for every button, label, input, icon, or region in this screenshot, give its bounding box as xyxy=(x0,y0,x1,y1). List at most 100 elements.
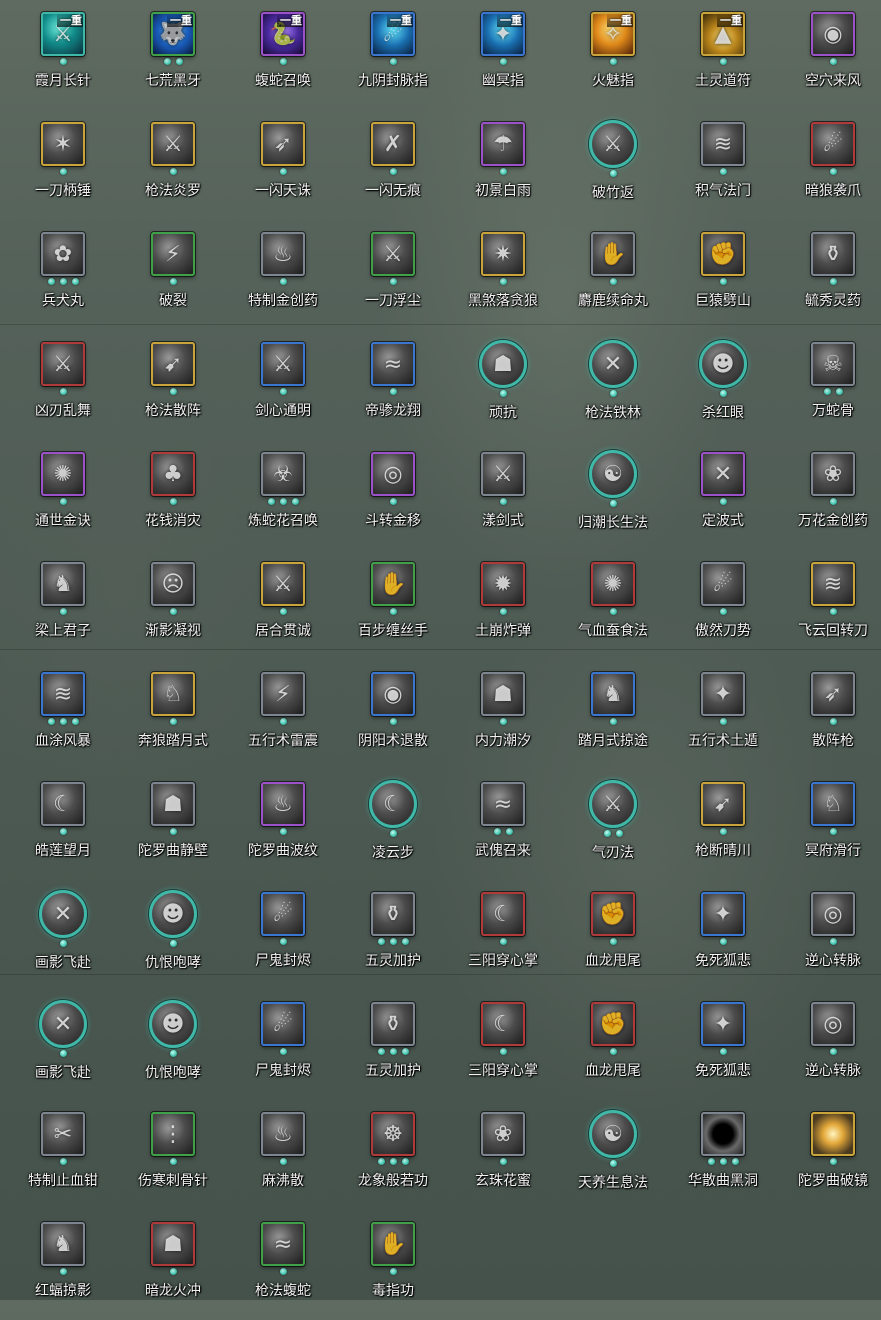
skill-icon[interactable]: ♘ xyxy=(811,782,855,826)
skill-slot[interactable]: 陀罗曲破镜 xyxy=(778,1100,881,1210)
skill-slot[interactable]: ☻ 仇恨咆哮 xyxy=(118,990,228,1100)
skill-icon[interactable]: ➹ xyxy=(701,782,745,826)
skill-icon[interactable]: ⚔ xyxy=(261,342,305,386)
skill-slot[interactable]: ♣ 花钱消灾 xyxy=(118,440,228,550)
skill-icon[interactable]: ✦ xyxy=(701,892,745,936)
skill-icon[interactable]: ✕ xyxy=(39,890,87,938)
skill-icon[interactable]: ≈ xyxy=(481,782,525,826)
skill-slot[interactable]: ⚱ 五灵加护 xyxy=(338,880,448,990)
skill-slot[interactable]: ⚔ 凶刃乱舞 xyxy=(8,330,118,440)
skill-icon[interactable]: ≋ xyxy=(811,562,855,606)
skill-slot[interactable]: ☾ 凌云步 xyxy=(338,770,448,880)
skill-icon[interactable]: ⚔ 一重 xyxy=(41,12,85,56)
skill-icon[interactable]: ◎ xyxy=(371,452,415,496)
skill-slot[interactable]: ☻ 仇恨咆哮 xyxy=(118,880,228,990)
skill-icon[interactable]: ❀ xyxy=(811,452,855,496)
skill-slot[interactable]: ☾ 皓莲望月 xyxy=(8,770,118,880)
skill-slot[interactable]: ✿ 兵犬丸 xyxy=(8,220,118,330)
skill-slot[interactable]: ☠ 万蛇骨 xyxy=(778,330,881,440)
skill-slot[interactable]: ✕ 画影飞赴 xyxy=(8,880,118,990)
skill-icon[interactable]: ≋ xyxy=(701,122,745,166)
skill-icon[interactable]: ◎ xyxy=(811,892,855,936)
skill-slot[interactable]: ✊ 血龙甩尾 xyxy=(558,880,668,990)
skill-slot[interactable]: ⚔ 一重 霞月长针 xyxy=(8,0,118,110)
skill-slot[interactable]: ◎ 逆心转脉 xyxy=(778,880,881,990)
skill-slot[interactable]: ≈ 武傀召来 xyxy=(448,770,558,880)
skill-icon[interactable]: ⋮ xyxy=(151,1112,195,1156)
skill-slot[interactable]: ☄ 一重 九阴封脉指 xyxy=(338,0,448,110)
skill-slot[interactable]: ✦ 一重 幽冥指 xyxy=(448,0,558,110)
skill-icon[interactable]: ♨ xyxy=(261,1112,305,1156)
skill-icon[interactable]: ✋ xyxy=(371,562,415,606)
skill-icon[interactable]: ⚱ xyxy=(371,1002,415,1046)
skill-slot[interactable]: ✗ 一闪无痕 xyxy=(338,110,448,220)
skill-slot[interactable]: ☾ 三阳穿心掌 xyxy=(448,990,558,1100)
skill-slot[interactable]: ≋ 血涂风暴 xyxy=(8,660,118,770)
skill-slot[interactable]: ⚡ 破裂 xyxy=(118,220,228,330)
skill-icon[interactable]: ☯ xyxy=(589,450,637,498)
skill-icon[interactable]: ✦ xyxy=(701,1002,745,1046)
skill-slot[interactable]: ✋ 毒指功 xyxy=(338,1210,448,1320)
skill-slot[interactable]: 🐺 一重 七荒黑牙 xyxy=(118,0,228,110)
skill-icon[interactable]: ☄ xyxy=(701,562,745,606)
skill-icon[interactable]: ✕ xyxy=(39,1000,87,1048)
skill-icon[interactable]: ⚱ xyxy=(371,892,415,936)
skill-icon[interactable]: ✦ 一重 xyxy=(481,12,525,56)
skill-slot[interactable]: ✂ 特制止血钳 xyxy=(8,1100,118,1210)
skill-icon[interactable]: ≋ xyxy=(41,672,85,716)
skill-slot[interactable]: ♨ 特制金创药 xyxy=(228,220,338,330)
skill-icon[interactable]: ≈ xyxy=(261,1222,305,1266)
skill-icon[interactable]: ♘ xyxy=(151,672,195,716)
skill-icon[interactable]: ♨ xyxy=(261,232,305,276)
skill-icon[interactable]: ⚔ xyxy=(41,342,85,386)
skill-icon[interactable]: ☾ xyxy=(481,892,525,936)
skill-slot[interactable]: ⚱ 毓秀灵药 xyxy=(778,220,881,330)
skill-slot[interactable]: ✺ 通世金诀 xyxy=(8,440,118,550)
skill-slot[interactable]: ≈ 枪法蝮蛇 xyxy=(228,1210,338,1320)
skill-icon[interactable]: ☂ xyxy=(481,122,525,166)
skill-slot[interactable]: ☗ 内力潮汐 xyxy=(448,660,558,770)
skill-icon[interactable]: ✋ xyxy=(371,1222,415,1266)
skill-slot[interactable]: ☄ 暗狼袭爪 xyxy=(778,110,881,220)
skill-icon[interactable]: ✹ xyxy=(481,562,525,606)
skill-icon[interactable]: ☾ xyxy=(481,1002,525,1046)
skill-icon[interactable]: ☄ xyxy=(261,892,305,936)
skill-slot[interactable]: ✦ 五行术土遁 xyxy=(668,660,778,770)
skill-slot[interactable]: ◎ 逆心转脉 xyxy=(778,990,881,1100)
skill-slot[interactable]: ⋮ 伤寒刺骨针 xyxy=(118,1100,228,1210)
skill-slot[interactable]: ≋ 积气法门 xyxy=(668,110,778,220)
skill-slot[interactable]: ✋ 麝鹿续命丸 xyxy=(558,220,668,330)
skill-icon[interactable]: ◉ xyxy=(371,672,415,716)
skill-icon[interactable]: ☄ xyxy=(811,122,855,166)
skill-icon[interactable]: ☻ xyxy=(149,1000,197,1048)
skill-slot[interactable]: ☄ 傲然刀势 xyxy=(668,550,778,660)
skill-slot[interactable]: ❀ 万花金创药 xyxy=(778,440,881,550)
skill-icon[interactable]: ≈ xyxy=(371,342,415,386)
skill-slot[interactable]: ✊ 巨猿劈山 xyxy=(668,220,778,330)
skill-slot[interactable]: ❀ 玄珠花蜜 xyxy=(448,1100,558,1210)
skill-slot[interactable]: 🐍 一重 蝮蛇召唤 xyxy=(228,0,338,110)
skill-slot[interactable]: ⚔ 居合贯诚 xyxy=(228,550,338,660)
skill-slot[interactable]: ◉ 阴阳术退散 xyxy=(338,660,448,770)
skill-slot[interactable]: ☄ 尸鬼封烬 xyxy=(228,990,338,1100)
skill-slot[interactable]: ☄ 尸鬼封烬 xyxy=(228,880,338,990)
skill-icon[interactable]: ♨ xyxy=(261,782,305,826)
skill-icon[interactable] xyxy=(701,1112,745,1156)
skill-icon[interactable]: ⚡ xyxy=(261,672,305,716)
skill-slot[interactable]: ✧ 一重 火魅指 xyxy=(558,0,668,110)
skill-icon[interactable]: ✋ xyxy=(591,232,635,276)
skill-icon[interactable]: ✗ xyxy=(371,122,415,166)
skill-slot[interactable]: ➹ 枪断晴川 xyxy=(668,770,778,880)
skill-slot[interactable]: ⚔ 一刀浮尘 xyxy=(338,220,448,330)
skill-icon[interactable]: ✕ xyxy=(589,340,637,388)
skill-slot[interactable]: ⚔ 枪法炎罗 xyxy=(118,110,228,220)
skill-icon[interactable]: ☯ xyxy=(589,1110,637,1158)
skill-icon[interactable]: ♣ xyxy=(151,452,195,496)
skill-slot[interactable]: ✹ 土崩炸弹 xyxy=(448,550,558,660)
skill-icon[interactable] xyxy=(811,1112,855,1156)
skill-slot[interactable]: ♘ 奔狼踏月式 xyxy=(118,660,228,770)
skill-slot[interactable]: ♞ 红蝠掠影 xyxy=(8,1210,118,1320)
skill-slot[interactable]: ◎ 斗转金移 xyxy=(338,440,448,550)
skill-icon[interactable]: ✦ xyxy=(701,672,745,716)
skill-icon[interactable]: ⚔ xyxy=(481,452,525,496)
